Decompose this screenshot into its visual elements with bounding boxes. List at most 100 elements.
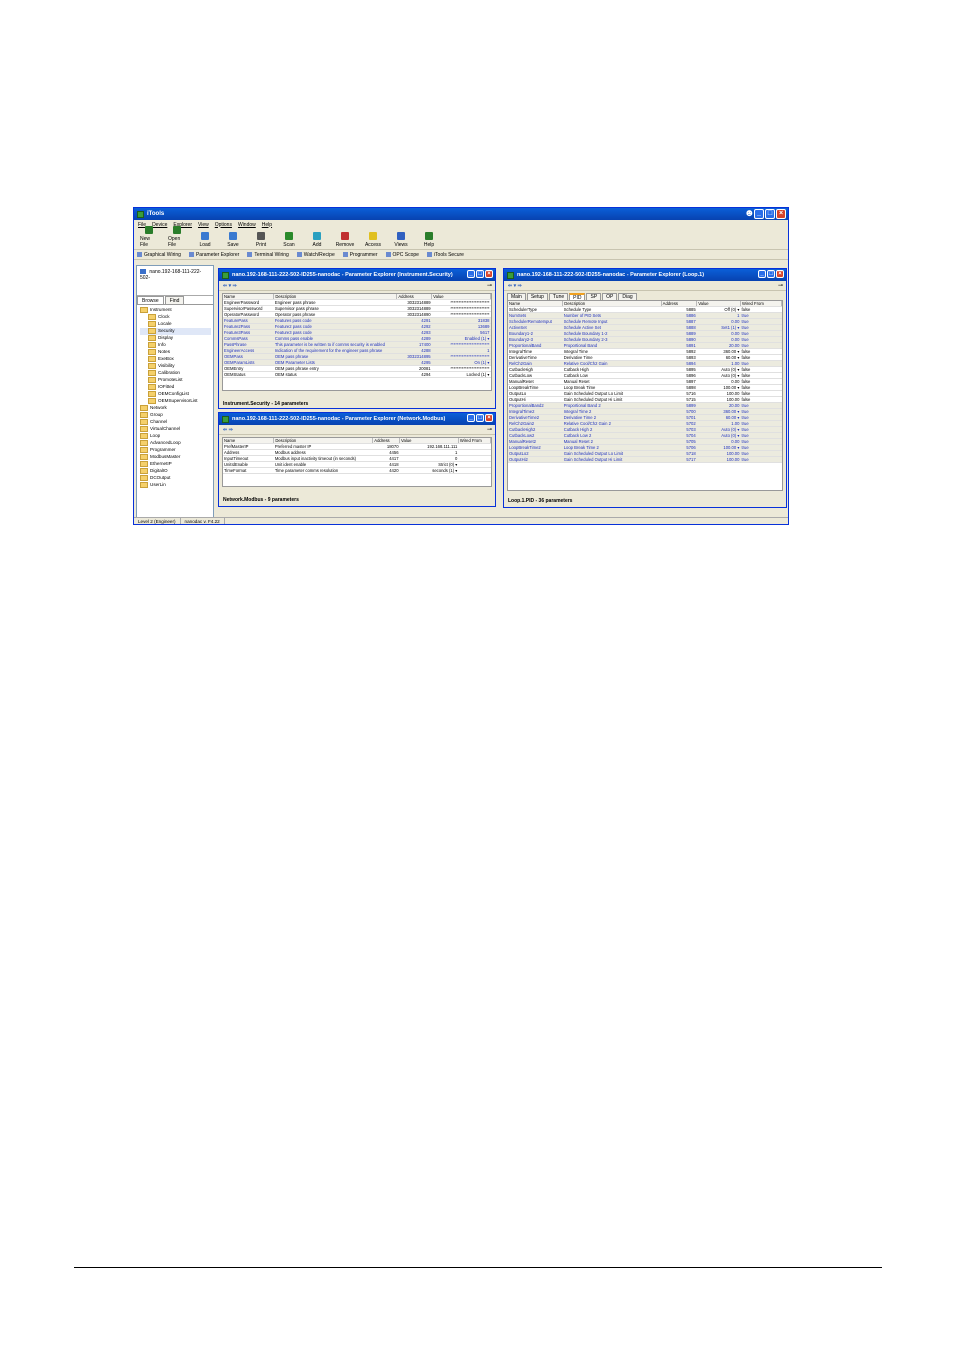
param-name: TimeFormat — [223, 467, 274, 474]
tree-item-exebox[interactable]: ExeBox — [140, 356, 211, 363]
menu-item-window[interactable]: Window — [238, 222, 256, 228]
toolbar-new-file-button[interactable]: New File — [140, 226, 158, 248]
window-status: Loop.1.PID - 36 parameters — [508, 498, 573, 504]
app-icon — [137, 210, 144, 218]
toolbar-help-button[interactable]: Help — [420, 232, 438, 248]
tree-item-calibration[interactable]: Calibration — [140, 370, 211, 377]
back-arrow-icon[interactable]: ⇐ ▾ ⇒ — [223, 283, 237, 289]
maximize-button[interactable]: □ — [476, 414, 484, 422]
table-row[interactable]: TimeFormat Time parameter comms resolutio… — [223, 467, 491, 474]
menu-item-view[interactable]: View — [198, 222, 209, 228]
device-icon — [140, 269, 146, 275]
pin-icon[interactable]: ⊸ — [487, 282, 492, 289]
close-button[interactable]: × — [776, 270, 784, 278]
maximize-button[interactable]: □ — [765, 209, 775, 219]
tree-item-loop[interactable]: Loop — [140, 433, 211, 440]
toolbar-scan-icon — [285, 232, 293, 240]
view-parameter-explorer[interactable]: Parameter Explorer — [189, 252, 239, 258]
tab-find[interactable]: Find — [164, 296, 185, 304]
tab-op[interactable]: OP — [602, 293, 618, 300]
toolbar-open-file-button[interactable]: Open File — [168, 226, 186, 248]
close-button[interactable]: × — [485, 270, 493, 278]
toolbar-label: Print — [255, 242, 267, 248]
toolbar-print-button[interactable]: Print — [252, 232, 270, 248]
view-itools-secure[interactable]: iTools Secure — [427, 252, 464, 258]
tab-browse[interactable]: Browse — [137, 296, 164, 304]
maximize-button[interactable]: □ — [476, 270, 484, 278]
tab-diag[interactable]: Diag — [618, 293, 637, 300]
tab-tune[interactable]: Tune — [548, 293, 569, 300]
toolbar-load-button[interactable]: Load — [196, 232, 214, 248]
tree-item-instrument[interactable]: Instrument — [140, 307, 211, 314]
security-table: Name Description Address Value EngineerPassw… — [223, 294, 491, 378]
tree-item-channel[interactable]: Channel — [140, 419, 211, 426]
param-wired-from[interactable] — [458, 467, 491, 474]
table-row[interactable]: OEMStatus OEM status 4294 Locked (1) ▾ — [223, 371, 491, 378]
tree-item-userlin[interactable]: UserLin — [140, 482, 211, 489]
tree-item-locale[interactable]: Locale — [140, 321, 211, 328]
tab-sp[interactable]: SP — [586, 293, 602, 300]
window-icon — [507, 271, 514, 279]
toolbar-access-button[interactable]: Access — [364, 232, 382, 248]
device-item[interactable]: nano.192-168-111-222-502- — [140, 269, 201, 281]
toolbar-add-button[interactable]: Add — [308, 232, 326, 248]
tab-setup[interactable]: Setup — [526, 293, 548, 300]
table-row[interactable]: OutputHi2 Gain Scheduled Output Hi Limit 5… — [508, 456, 782, 463]
minimize-button[interactable]: _ — [754, 209, 764, 219]
menu-item-help[interactable]: Help — [262, 222, 272, 228]
tree-item-promotelist[interactable]: PromoteList — [140, 377, 211, 384]
minimize-button[interactable]: _ — [758, 270, 766, 278]
window-icon — [222, 271, 229, 279]
close-button[interactable]: × — [776, 209, 786, 219]
toolbar-label: Views — [394, 242, 408, 248]
menu-item-options[interactable]: Options — [215, 222, 232, 228]
tree-item-oemsupervisorlist[interactable]: OEMSupervisorList — [140, 398, 211, 405]
view-graphical-wiring[interactable]: Graphical Wiring — [137, 252, 181, 258]
tree-item-network[interactable]: Network — [140, 405, 211, 412]
security-explorer-window: nano.192-168-111-222-502-ID255-nanodac -… — [218, 268, 496, 409]
tree-item-info[interactable]: Info — [140, 342, 211, 349]
minimize-button[interactable]: _ — [467, 414, 475, 422]
param-value[interactable]: seconds (1) ▾ — [399, 467, 459, 474]
minimize-button[interactable]: _ — [467, 270, 475, 278]
tree-item-digitalio[interactable]: DigitalIO — [140, 468, 211, 475]
param-value[interactable]: 100.00 — [696, 456, 741, 463]
tree-item-dcoutput[interactable]: DCOutput — [140, 475, 211, 482]
view-terminal-wiring[interactable]: Terminal Wiring — [247, 252, 288, 258]
view-programmer[interactable]: Programmer — [343, 252, 378, 258]
tree-item-security[interactable]: Security — [140, 328, 211, 336]
tree-item-programmer[interactable]: Programmer — [140, 447, 211, 454]
maximize-button[interactable]: □ — [767, 270, 775, 278]
tree-item-visibility[interactable]: Visibility — [140, 363, 211, 370]
tree-item-advancedloop[interactable]: AdvancedLoop — [140, 440, 211, 447]
pin-icon[interactable]: ⊸ — [778, 282, 783, 289]
pin-icon[interactable]: ⊸ — [487, 426, 492, 433]
tree-item-modbusmaster[interactable]: ModbusMaster — [140, 454, 211, 461]
view-watch-recipe[interactable]: Watch/Recipe — [297, 252, 335, 258]
back-arrow-icon[interactable]: ⇐ ▾ ⇒ — [508, 283, 522, 289]
tree-item-ethernetip[interactable]: EthernetIP — [140, 461, 211, 468]
tab-main[interactable]: Main — [507, 293, 526, 300]
toolbar-remove-button[interactable]: Remove — [336, 232, 354, 248]
window-title: nano.192-168-111-222-502-ID255-nanodac -… — [232, 272, 453, 278]
tree-item-clock[interactable]: Clock — [140, 314, 211, 321]
tree-item-group[interactable]: Group — [140, 412, 211, 419]
toolbar-scan-button[interactable]: Scan — [280, 232, 298, 248]
param-address: 4420 — [372, 467, 400, 474]
loop-tabs: Main Setup Tune PID SP OP Diag — [504, 291, 786, 301]
tree-item-iofitted[interactable]: IOFitted — [140, 384, 211, 391]
close-button[interactable]: × — [485, 414, 493, 422]
view-opc-scope[interactable]: OPC Scope — [386, 252, 419, 258]
toolbar-label: Add — [312, 242, 322, 248]
tab-pid[interactable]: PID — [569, 293, 586, 301]
toolbar-save-button[interactable]: Save — [224, 232, 242, 248]
tree-item-notes[interactable]: Notes — [140, 349, 211, 356]
tree-item-oemconfiglist[interactable]: OEMConfigList — [140, 391, 211, 398]
param-wired-from[interactable]: true — [740, 456, 782, 463]
back-arrow-icon[interactable]: ⇐ ⇒ — [223, 427, 233, 433]
param-value[interactable]: Locked (1) ▾ — [431, 371, 491, 378]
toolbar-views-button[interactable]: Views — [392, 232, 410, 248]
tree-item-virtualchannel[interactable]: VirtualChannel — [140, 426, 211, 433]
window-icon — [222, 415, 229, 423]
tree-item-display[interactable]: Display — [140, 335, 211, 342]
